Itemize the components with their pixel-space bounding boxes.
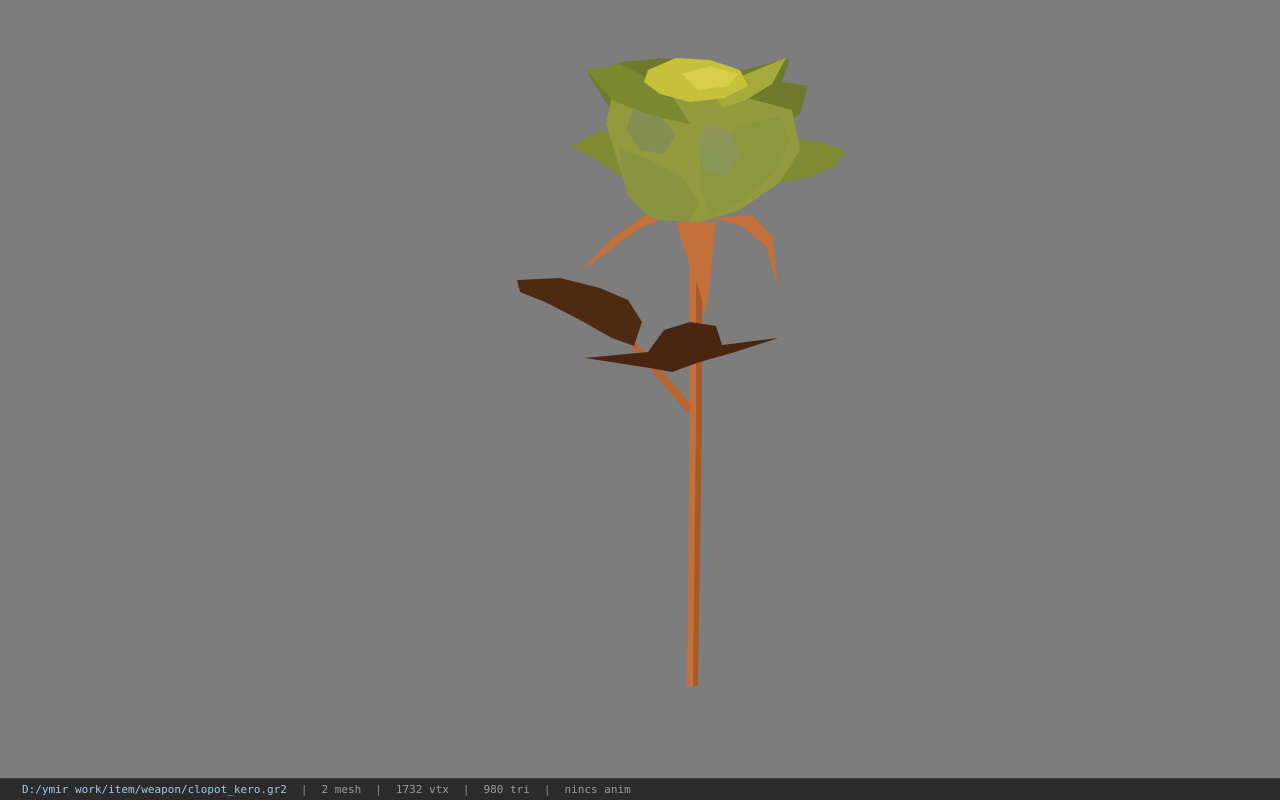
3d-viewport[interactable] [0, 0, 1280, 778]
rose-sepal-right [712, 215, 778, 288]
rose-leaf-left [517, 278, 642, 346]
status-bar: D:/ymir work/item/weapon/clopot_kero.gr2… [0, 778, 1280, 800]
file-path: D:/ymir work/item/weapon/clopot_kero.gr2 [22, 783, 287, 796]
rose-model [517, 58, 845, 686]
mesh-count: 2 mesh [321, 783, 362, 796]
separator: | [462, 783, 470, 796]
separator: | [543, 783, 551, 796]
separator: | [375, 783, 382, 796]
triangle-count: 980 tri [483, 783, 530, 796]
vertex-count: 1732 vtx [395, 783, 449, 796]
separator: | [300, 783, 308, 796]
rose-sepal-left [580, 212, 668, 272]
animation-status: nincs anim [564, 783, 631, 796]
